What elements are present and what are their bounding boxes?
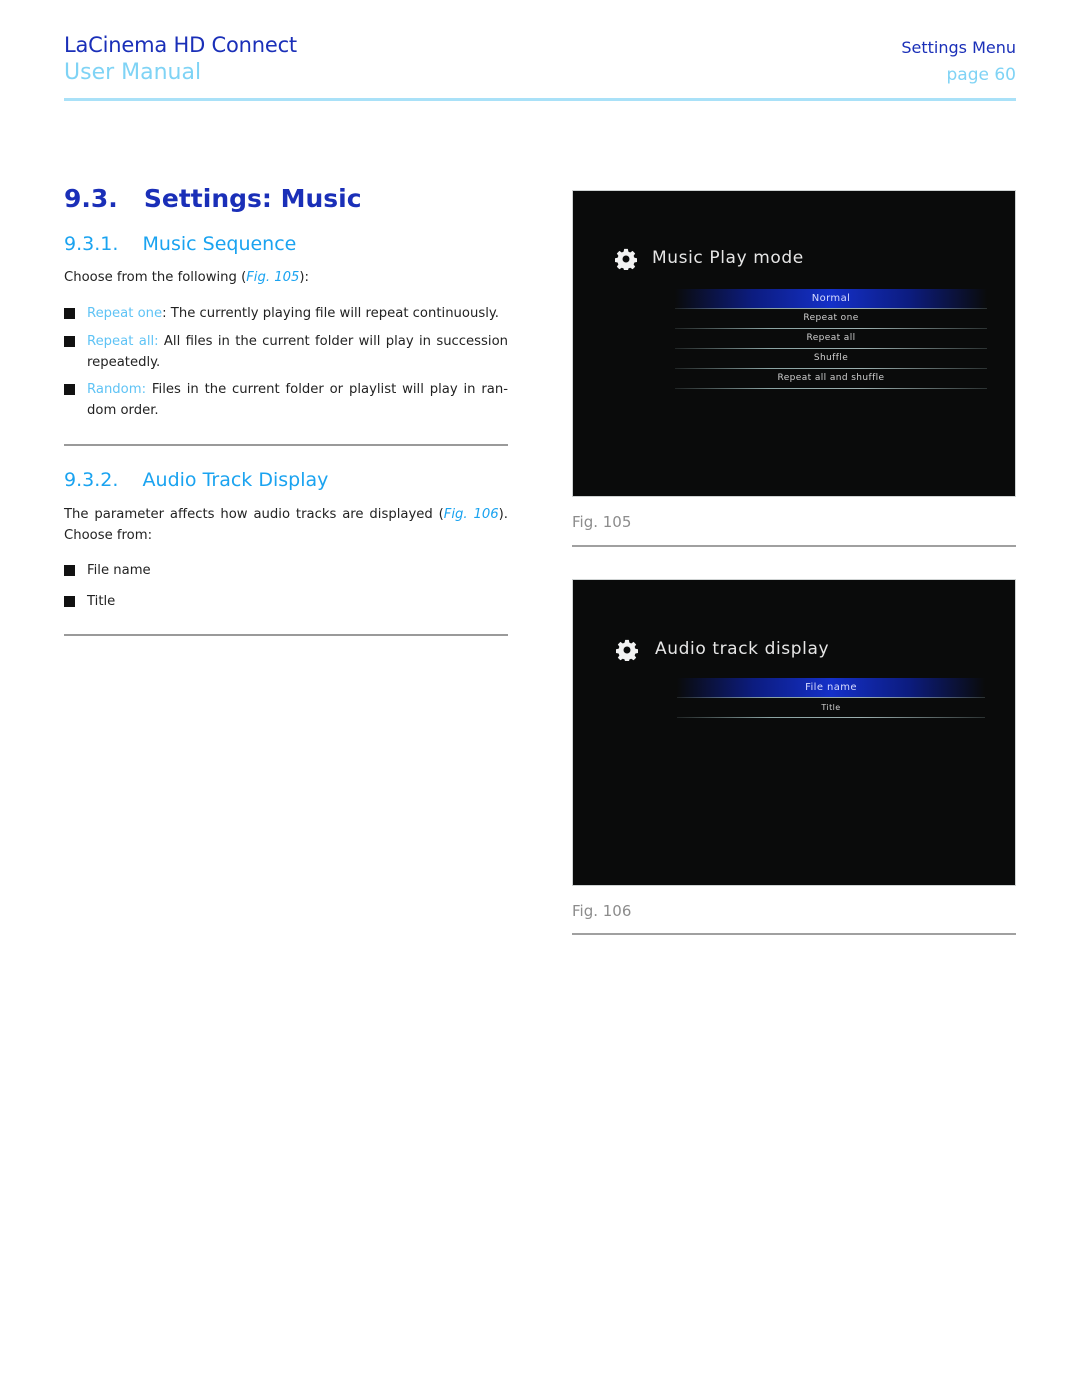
caption-divider [572, 545, 1016, 547]
gear-icon [616, 639, 638, 661]
fig-106-link[interactable]: Fig. 106 [444, 507, 499, 522]
menu-option-repeat-one[interactable]: Repeat one [675, 309, 987, 329]
option-file-name: File name [87, 563, 151, 578]
menu-option-normal[interactable]: Normal [675, 289, 987, 309]
bullet-icon [64, 565, 75, 576]
menu-option-file-name[interactable]: File name [677, 678, 985, 698]
audio-track-intro: The parameter affects how audio tracks a… [64, 504, 508, 546]
figure-caption: Fig. 106 [572, 902, 632, 920]
option-title: Title [87, 594, 116, 609]
screen-title: Audio track display [655, 639, 830, 659]
header-divider [64, 98, 1016, 101]
bullet-icon [64, 336, 75, 347]
audio-track-menu: File name Title [677, 678, 985, 718]
fig-105-link[interactable]: Fig. 105 [246, 270, 299, 285]
menu-option-title[interactable]: Title [677, 698, 985, 718]
section-name: Settings Menu [901, 38, 1016, 57]
product-title: LaCinema HD Connect [64, 33, 297, 57]
figure-106-screenshot: Audio track display File name Title [572, 579, 1016, 886]
play-mode-menu: Normal Repeat one Repeat all Shuffle Rep… [675, 289, 987, 389]
list-item: File name [64, 560, 508, 581]
list-item: Repeat one: The currently playing file w… [64, 303, 508, 324]
list-item: Repeat all: All files in the current fol… [64, 331, 508, 373]
bullet-icon [64, 384, 75, 395]
list-item: Title [64, 591, 508, 612]
page-number: page 60 [946, 65, 1017, 85]
item-description: The currently playing file will repeat c… [166, 306, 499, 321]
intro-text: Choose from the following ( [64, 270, 247, 285]
section-divider [64, 634, 508, 636]
menu-option-repeat-all[interactable]: Repeat all [675, 329, 987, 349]
bullet-icon [64, 308, 75, 319]
music-sequence-intro: Choose from the following (Fig. 105): [64, 267, 508, 288]
item-description: Files in the current folder or playlist … [87, 382, 508, 418]
caption-divider [572, 933, 1016, 935]
figure-caption: Fig. 105 [572, 513, 632, 531]
subsection-heading-audio-track-display: 9.3.2. Audio Track Display [64, 469, 329, 491]
term-random: Random: [87, 382, 147, 397]
figure-105-screenshot: Music Play mode Normal Repeat one Repeat… [572, 190, 1016, 497]
term-repeat-all: Repeat all: [87, 334, 159, 349]
section-heading: 9.3. Settings: Music [64, 184, 362, 213]
doc-type: User Manual [64, 60, 202, 85]
menu-option-repeat-all-and-shuffle[interactable]: Repeat all and shuffle [675, 369, 987, 389]
list-item: Random: Files in the current folder or p… [64, 379, 508, 421]
term-repeat-one: Repeat one [87, 306, 163, 321]
screen-title: Music Play mode [652, 248, 804, 268]
bullet-icon [64, 596, 75, 607]
section-divider [64, 444, 508, 446]
intro-text: The parameter affects how audio tracks a… [64, 507, 444, 522]
gear-icon [615, 248, 637, 270]
subsection-heading-music-sequence: 9.3.1. Music Sequence [64, 233, 297, 255]
intro-text-end: ): [299, 270, 309, 285]
menu-option-shuffle[interactable]: Shuffle [675, 349, 987, 369]
